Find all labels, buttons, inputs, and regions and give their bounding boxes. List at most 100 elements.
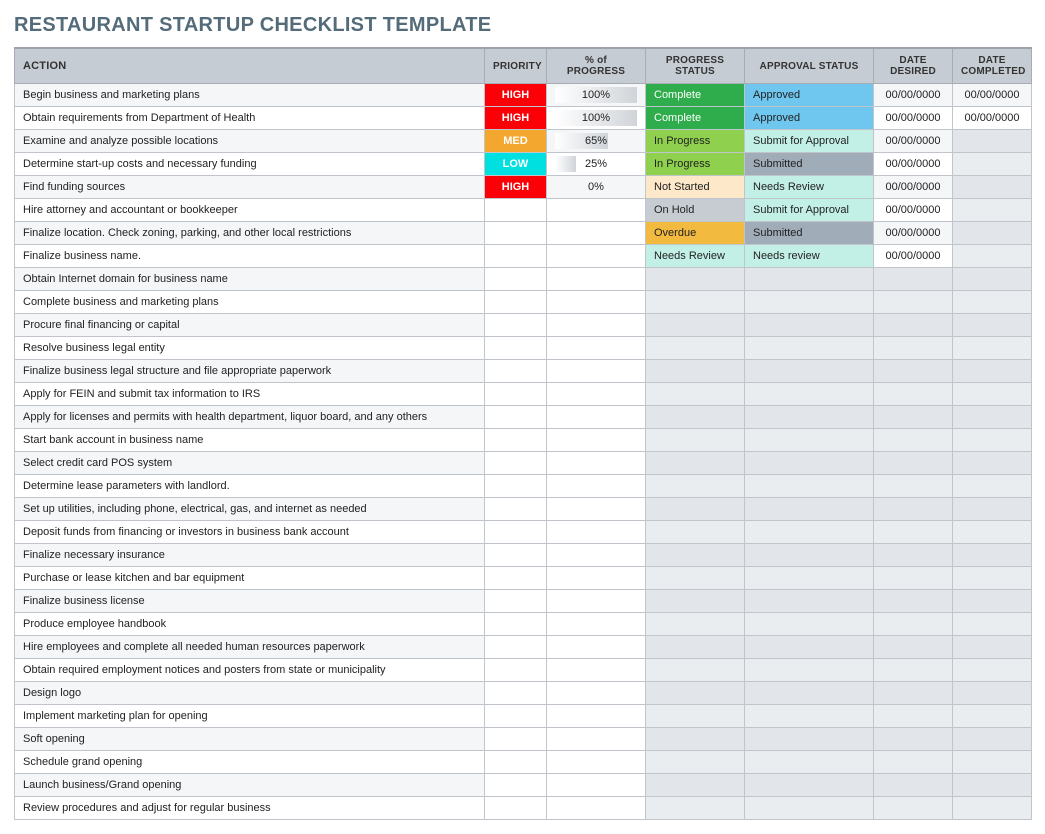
cell-date-completed[interactable] — [953, 153, 1032, 176]
cell-progress[interactable] — [547, 636, 646, 659]
cell-progress[interactable] — [547, 797, 646, 820]
cell-date-completed[interactable] — [953, 636, 1032, 659]
cell-progress[interactable] — [547, 199, 646, 222]
cell-progress-status[interactable] — [646, 521, 745, 544]
cell-action[interactable]: Apply for FEIN and submit tax informatio… — [15, 383, 485, 406]
cell-priority[interactable] — [485, 682, 547, 705]
cell-approval-status[interactable]: Submit for Approval — [745, 199, 874, 222]
cell-date-completed[interactable] — [953, 567, 1032, 590]
cell-progress[interactable] — [547, 751, 646, 774]
cell-action[interactable]: Implement marketing plan for opening — [15, 705, 485, 728]
cell-progress[interactable] — [547, 314, 646, 337]
cell-approval-status[interactable] — [745, 498, 874, 521]
cell-priority[interactable] — [485, 659, 547, 682]
cell-progress-status[interactable]: Not Started — [646, 176, 745, 199]
cell-priority[interactable] — [485, 728, 547, 751]
cell-date-completed[interactable]: 00/00/0000 — [953, 84, 1032, 107]
cell-progress-status[interactable] — [646, 613, 745, 636]
cell-progress[interactable] — [547, 521, 646, 544]
cell-approval-status[interactable] — [745, 797, 874, 820]
cell-priority[interactable] — [485, 291, 547, 314]
cell-progress[interactable] — [547, 728, 646, 751]
cell-priority[interactable] — [485, 751, 547, 774]
cell-date-completed[interactable] — [953, 245, 1032, 268]
cell-priority[interactable] — [485, 199, 547, 222]
cell-progress-status[interactable] — [646, 360, 745, 383]
cell-date-desired[interactable] — [874, 475, 953, 498]
cell-date-completed[interactable] — [953, 130, 1032, 153]
cell-date-desired[interactable] — [874, 590, 953, 613]
cell-action[interactable]: Set up utilities, including phone, elect… — [15, 498, 485, 521]
cell-progress[interactable]: 65% — [547, 130, 646, 153]
cell-progress[interactable] — [547, 774, 646, 797]
cell-priority[interactable] — [485, 429, 547, 452]
cell-date-desired[interactable] — [874, 383, 953, 406]
cell-date-desired[interactable] — [874, 406, 953, 429]
cell-progress[interactable] — [547, 475, 646, 498]
cell-action[interactable]: Determine start-up costs and necessary f… — [15, 153, 485, 176]
cell-priority[interactable] — [485, 636, 547, 659]
cell-priority[interactable] — [485, 590, 547, 613]
cell-date-desired[interactable] — [874, 521, 953, 544]
cell-approval-status[interactable] — [745, 291, 874, 314]
cell-date-desired[interactable] — [874, 337, 953, 360]
cell-approval-status[interactable]: Submitted — [745, 222, 874, 245]
cell-progress[interactable] — [547, 337, 646, 360]
cell-approval-status[interactable] — [745, 567, 874, 590]
cell-priority[interactable] — [485, 337, 547, 360]
cell-progress[interactable] — [547, 544, 646, 567]
cell-progress-status[interactable] — [646, 429, 745, 452]
cell-date-completed[interactable]: 00/00/0000 — [953, 107, 1032, 130]
cell-approval-status[interactable] — [745, 613, 874, 636]
cell-action[interactable]: Resolve business legal entity — [15, 337, 485, 360]
cell-approval-status[interactable] — [745, 314, 874, 337]
cell-priority[interactable] — [485, 268, 547, 291]
cell-approval-status[interactable] — [745, 383, 874, 406]
cell-priority[interactable] — [485, 705, 547, 728]
cell-date-desired[interactable] — [874, 360, 953, 383]
cell-action[interactable]: Finalize business license — [15, 590, 485, 613]
cell-progress-status[interactable]: In Progress — [646, 153, 745, 176]
cell-action[interactable]: Schedule grand opening — [15, 751, 485, 774]
cell-approval-status[interactable]: Submitted — [745, 153, 874, 176]
cell-progress[interactable] — [547, 705, 646, 728]
cell-date-desired[interactable] — [874, 728, 953, 751]
cell-action[interactable]: Produce employee handbook — [15, 613, 485, 636]
cell-date-desired[interactable] — [874, 751, 953, 774]
cell-date-desired[interactable]: 00/00/0000 — [874, 222, 953, 245]
cell-priority[interactable] — [485, 406, 547, 429]
cell-priority[interactable]: MED — [485, 130, 547, 153]
cell-date-desired[interactable] — [874, 705, 953, 728]
cell-priority[interactable]: HIGH — [485, 176, 547, 199]
cell-action[interactable]: Obtain requirements from Department of H… — [15, 107, 485, 130]
cell-progress[interactable] — [547, 383, 646, 406]
cell-progress[interactable] — [547, 406, 646, 429]
cell-date-completed[interactable] — [953, 797, 1032, 820]
cell-progress[interactable] — [547, 360, 646, 383]
cell-approval-status[interactable]: Needs review — [745, 245, 874, 268]
cell-date-desired[interactable]: 00/00/0000 — [874, 84, 953, 107]
cell-priority[interactable] — [485, 452, 547, 475]
cell-date-desired[interactable] — [874, 268, 953, 291]
cell-approval-status[interactable] — [745, 728, 874, 751]
cell-progress-status[interactable] — [646, 452, 745, 475]
cell-priority[interactable] — [485, 797, 547, 820]
cell-date-completed[interactable] — [953, 498, 1032, 521]
cell-date-desired[interactable] — [874, 682, 953, 705]
cell-action[interactable]: Examine and analyze possible locations — [15, 130, 485, 153]
cell-progress-status[interactable] — [646, 291, 745, 314]
cell-approval-status[interactable] — [745, 337, 874, 360]
cell-date-desired[interactable] — [874, 567, 953, 590]
cell-date-desired[interactable] — [874, 797, 953, 820]
cell-progress[interactable] — [547, 659, 646, 682]
cell-date-desired[interactable] — [874, 774, 953, 797]
cell-date-completed[interactable] — [953, 406, 1032, 429]
cell-priority[interactable] — [485, 498, 547, 521]
cell-progress-status[interactable]: Needs Review — [646, 245, 745, 268]
cell-action[interactable]: Determine lease parameters with landlord… — [15, 475, 485, 498]
cell-action[interactable]: Soft opening — [15, 728, 485, 751]
cell-date-completed[interactable] — [953, 429, 1032, 452]
cell-progress[interactable]: 100% — [547, 84, 646, 107]
cell-date-desired[interactable] — [874, 659, 953, 682]
cell-progress-status[interactable] — [646, 544, 745, 567]
